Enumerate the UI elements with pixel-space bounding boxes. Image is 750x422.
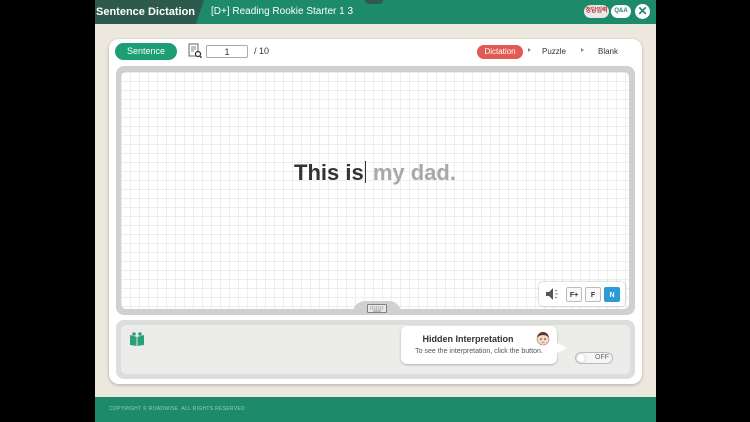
- keyboard-icon: [367, 304, 387, 313]
- dictation-sentence: This is my dad.: [121, 160, 629, 186]
- speed-fast-plus-button[interactable]: F+: [566, 287, 582, 302]
- app-frame: Sentence Dictation [D+] Reading Rookie S…: [95, 0, 656, 422]
- speed-fast-button[interactable]: F: [585, 287, 601, 302]
- speed-normal-button[interactable]: N: [604, 287, 620, 302]
- tab-puzzle[interactable]: Puzzle: [537, 45, 571, 59]
- tab-blank[interactable]: Blank: [593, 45, 623, 59]
- page-total: / 10: [254, 46, 270, 56]
- hidden-interpretation-bubble: Hidden Interpretation To see the interpr…: [401, 326, 557, 364]
- tab-separator-icon: [581, 48, 584, 52]
- answer-input-button[interactable]: 정답입력: [584, 5, 609, 18]
- header-divider: [196, 0, 204, 24]
- keyboard-toggle[interactable]: [353, 301, 401, 315]
- writing-board[interactable]: This is my dad. F+ F N: [121, 72, 629, 309]
- page-number-input[interactable]: 1: [206, 45, 248, 58]
- student-face-icon: [536, 332, 550, 346]
- toggle-label: OFF: [595, 354, 609, 361]
- document-search-icon[interactable]: [188, 43, 202, 59]
- audio-controls: F+ F N: [539, 282, 625, 306]
- sentence-mode-button[interactable]: Sentence: [115, 43, 177, 60]
- hidden-interpretation-title: Hidden Interpretation: [422, 334, 514, 344]
- writing-board-frame: This is my dad. F+ F N: [116, 66, 635, 315]
- copyright-text: COPYRIGHT © ROADWISE. ALL RIGHTS RESERVE…: [109, 406, 245, 412]
- qa-button[interactable]: Q&A: [611, 5, 631, 18]
- open-book-icon: [130, 332, 144, 346]
- remaining-text: my dad.: [372, 160, 456, 185]
- interpretation-toggle[interactable]: OFF: [575, 352, 613, 364]
- close-button[interactable]: ✕: [635, 4, 650, 19]
- main-card: Sentence 1 / 10 Dictation Puzzle Blank T…: [109, 39, 642, 384]
- interpretation-panel: Hidden Interpretation To see the interpr…: [116, 320, 635, 379]
- typed-text: This is: [294, 160, 364, 185]
- text-cursor: [364, 161, 366, 183]
- tab-separator-icon: [528, 48, 531, 52]
- toggle-knob: [577, 354, 585, 362]
- book-title: [D+] Reading Rookie Starter 1 3: [211, 6, 354, 17]
- section-title: Sentence Dictation: [95, 0, 196, 24]
- footer-bar: COPYRIGHT © ROADWISE. ALL RIGHTS RESERVE…: [95, 397, 656, 422]
- tab-dictation[interactable]: Dictation: [477, 45, 523, 59]
- hidden-interpretation-hint: To see the interpretation, click the but…: [415, 348, 543, 355]
- header-bar: Sentence Dictation [D+] Reading Rookie S…: [95, 0, 656, 24]
- top-notch: [365, 0, 383, 4]
- speaker-icon[interactable]: [545, 287, 561, 301]
- interpretation-area: Hidden Interpretation To see the interpr…: [121, 325, 630, 374]
- toolbar: Sentence 1 / 10 Dictation Puzzle Blank: [109, 39, 642, 65]
- bubble-tail: [557, 343, 567, 353]
